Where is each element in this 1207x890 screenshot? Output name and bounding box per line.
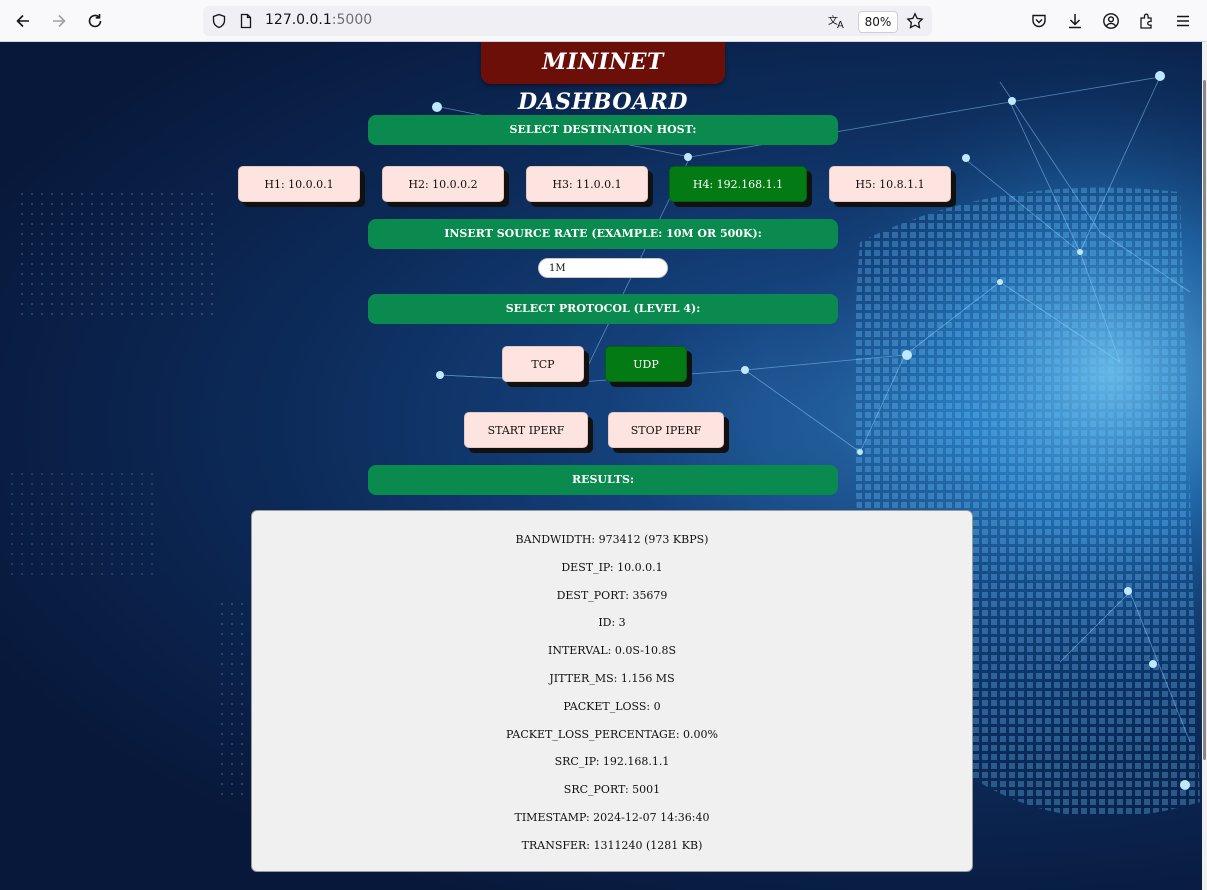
reload-icon — [88, 14, 102, 28]
result-dest-port: DEST_PORT: 35679 — [556, 589, 668, 602]
protocol-header: SELECT PROTOCOL (LEVEL 4): — [368, 294, 838, 324]
page-icon[interactable] — [237, 12, 255, 30]
url-port: :5000 — [331, 12, 373, 28]
page-title: MININET DASHBOARD — [481, 42, 725, 115]
pocket-icon — [1032, 14, 1046, 28]
host-h5-button[interactable]: H5: 10.8.1.1 — [829, 166, 951, 202]
source-rate-header: INSERT SOURCE RATE (EXAMPLE: 10M OR 500K… — [368, 219, 838, 249]
result-packet-loss: PACKET_LOSS: 0 — [563, 700, 661, 713]
pocket-button[interactable] — [1027, 9, 1051, 33]
reload-button[interactable] — [83, 9, 107, 33]
forward-icon — [53, 14, 66, 28]
result-packet-loss-percentage: PACKET_LOSS_PERCENTAGE: 0.00% — [506, 728, 718, 741]
result-jitter: JITTER_MS: 1.156 MS — [549, 672, 675, 685]
start-iperf-button[interactable]: START IPERF — [464, 412, 588, 448]
host-h1-button[interactable]: H1: 10.0.0.1 — [238, 166, 360, 202]
menu-button[interactable] — [1171, 9, 1195, 33]
back-button[interactable] — [11, 9, 35, 33]
address-bar[interactable]: 127.0.0.1:5000 文A 80% — [203, 6, 932, 36]
result-dest-ip: DEST_IP: 10.0.0.1 — [561, 561, 663, 574]
result-timestamp: TIMESTAMP: 2024-12-07 14:36:40 — [514, 811, 710, 824]
udp-button[interactable]: UDP — [605, 346, 687, 382]
dashboard-page: MININET DASHBOARD SELECT DESTINATION HOS… — [0, 42, 1202, 890]
tcp-button[interactable]: TCP — [502, 346, 584, 382]
stop-iperf-button[interactable]: STOP IPERF — [608, 412, 724, 448]
extensions-button[interactable] — [1135, 9, 1159, 33]
browser-toolbar: 127.0.0.1:5000 文A 80% — [0, 0, 1207, 42]
result-id: ID: 3 — [598, 616, 626, 629]
account-icon — [1103, 13, 1119, 29]
extensions-icon — [1140, 13, 1152, 29]
host-h2-button[interactable]: H2: 10.0.0.2 — [382, 166, 504, 202]
result-interval: INTERVAL: 0.0S-10.8S — [547, 644, 677, 657]
results-header: RESULTS: — [368, 465, 838, 495]
host-h3-button[interactable]: H3: 11.0.0.1 — [526, 166, 648, 202]
url-host: 127.0.0.1 — [265, 12, 332, 28]
menu-icon — [1177, 15, 1189, 27]
results-panel: BANDWIDTH: 973412 (973 KBPS) DEST_IP: 10… — [251, 510, 973, 872]
result-transfer: TRANSFER: 1311240 (1281 KB) — [521, 839, 703, 852]
svg-text:A: A — [837, 20, 844, 29]
bookmark-star-icon[interactable] — [906, 12, 924, 30]
page-scrollbar-thumb[interactable] — [1203, 80, 1206, 760]
zoom-level[interactable]: 80% — [858, 11, 898, 33]
url-text[interactable]: 127.0.0.1:5000 — [265, 12, 372, 28]
select-host-header: SELECT DESTINATION HOST: — [368, 115, 838, 145]
source-rate-input[interactable]: 1M — [538, 258, 668, 278]
shield-icon[interactable] — [210, 12, 228, 30]
downloads-button[interactable] — [1063, 9, 1087, 33]
result-src-port: SRC_PORT: 5001 — [563, 783, 661, 796]
result-src-ip: SRC_IP: 192.168.1.1 — [554, 755, 670, 768]
translate-icon[interactable]: 文A — [828, 12, 846, 30]
download-icon — [1069, 14, 1081, 29]
back-icon — [16, 14, 29, 28]
account-button[interactable] — [1099, 9, 1123, 33]
result-bandwidth: BANDWIDTH: 973412 (973 KBPS) — [515, 533, 709, 546]
host-h4-button[interactable]: H4: 192.168.1.1 — [669, 166, 807, 202]
forward-button[interactable] — [47, 9, 71, 33]
